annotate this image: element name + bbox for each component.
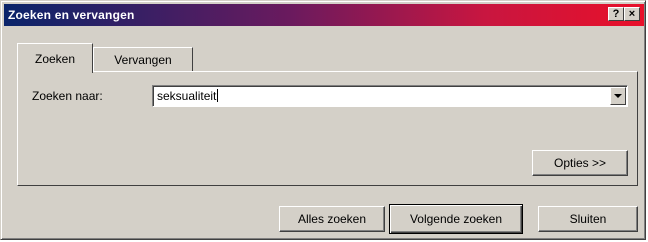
find-what-input[interactable]: seksualiteit [157,89,219,103]
tab-label: Zoeken [34,51,76,66]
find-all-button[interactable]: Alles zoeken [279,206,385,232]
find-replace-dialog: Zoeken en vervangen ? × Zoeken Vervangen… [0,0,646,240]
close-icon: × [628,7,636,20]
close-button[interactable]: Sluiten [538,206,638,232]
tab-panel-zoeken: Zoeken naar: seksualiteit Opties >> [17,71,638,186]
title-bar[interactable]: Zoeken en vervangen ? × [4,4,644,26]
text-caret [217,89,219,102]
help-button[interactable]: ? [608,7,624,21]
window-title: Zoeken en vervangen [8,8,135,22]
tab-zoeken[interactable]: Zoeken [17,43,93,73]
tab-label: Vervangen [114,52,172,67]
close-window-button[interactable]: × [624,7,640,21]
find-what-label: Zoeken naar: [32,89,103,103]
find-what-value: seksualiteit [157,89,217,103]
dropdown-button[interactable] [610,87,626,105]
help-icon: ? [612,7,620,20]
options-button[interactable]: Opties >> [532,150,628,176]
find-what-combobox[interactable]: seksualiteit [152,85,628,107]
find-next-button[interactable]: Volgende zoeken [389,204,523,234]
dropdown-arrow-icon [614,93,622,98]
tab-vervangen[interactable]: Vervangen [93,47,193,71]
